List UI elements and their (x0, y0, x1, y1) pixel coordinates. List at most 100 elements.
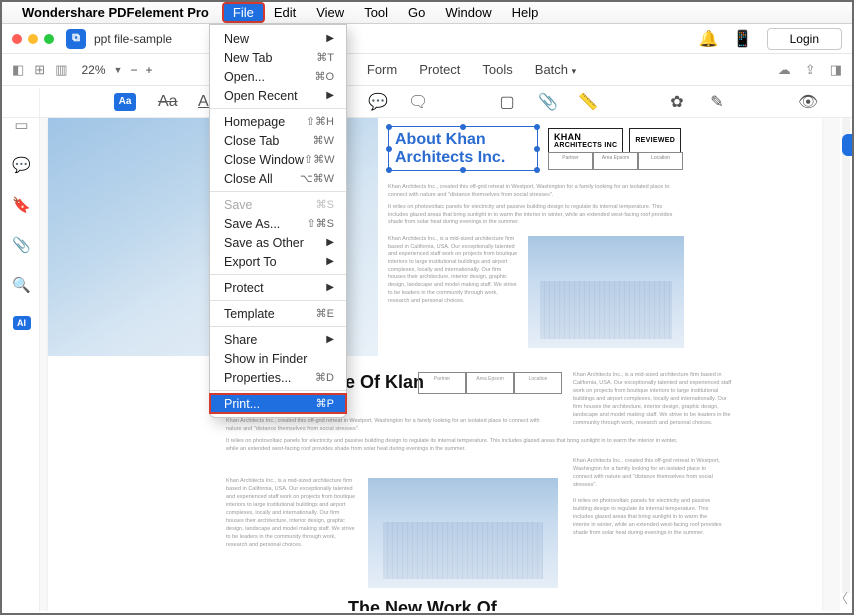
tab-protect[interactable]: Protect (419, 62, 460, 77)
doc-heading-3: The New Work Of (348, 598, 497, 611)
menu-close-window[interactable]: Close Window⇧⌘W (210, 150, 346, 169)
strikethrough-tool[interactable]: Aa (158, 93, 176, 111)
selection-handle[interactable] (386, 146, 392, 152)
doc-title-line2: Architects Inc. (395, 149, 531, 167)
chevron-down-icon[interactable]: ▼ (114, 65, 123, 75)
shape-tool-icon[interactable]: ▢ (498, 92, 516, 112)
doc-paragraph: Khan Architects Inc., is a mid-sized arc… (388, 236, 518, 305)
zoom-in-icon[interactable]: + (145, 63, 152, 77)
doc-paragraph: It relies on photovoltaic panels for ele… (226, 438, 686, 453)
zoom-value: 22% (82, 63, 106, 77)
menu-window[interactable]: Window (435, 3, 501, 22)
doc-paragraph: Khan Architects Inc., is a mid-sized arc… (573, 372, 733, 428)
thumbnails-icon[interactable]: ⊞ (34, 62, 45, 78)
hide-annotations-icon[interactable]: 👁 (798, 92, 816, 112)
menu-print[interactable]: Print...⌘P (210, 394, 346, 413)
reviewed-badge: REVIEWED (629, 128, 681, 153)
side-handle[interactable] (842, 134, 852, 156)
selection-handle[interactable] (386, 124, 392, 130)
menu-show-finder[interactable]: Show in Finder (210, 349, 346, 368)
sidebar-toggle-icon[interactable]: ◧ (12, 62, 24, 78)
measure-tool-icon[interactable]: 📏 (578, 92, 596, 112)
bell-icon[interactable]: 🔔 (699, 29, 719, 49)
selection-handle[interactable] (534, 167, 540, 173)
cloud-icon[interactable]: ☁ (778, 62, 791, 78)
menu-tool[interactable]: Tool (354, 3, 398, 22)
stamp-tool-icon[interactable]: ✿ (668, 92, 686, 112)
selection-handle[interactable] (460, 124, 466, 130)
doc-image (528, 236, 684, 348)
close-window-icon[interactable] (12, 34, 22, 44)
menu-new-tab[interactable]: New Tab⌘T (210, 48, 346, 67)
menu-export-to[interactable]: Export To▶ (210, 252, 346, 271)
menu-view[interactable]: View (306, 3, 354, 22)
brand-badge: KHANARCHITECTS INC (548, 128, 623, 153)
menu-save-other[interactable]: Save as Other▶ (210, 233, 346, 252)
menu-go[interactable]: Go (398, 3, 435, 22)
highlight-tool[interactable]: Aa (114, 93, 136, 111)
panel-icon[interactable]: ◨ (830, 62, 842, 78)
menu-new[interactable]: New▶ (210, 29, 346, 48)
selection-handle[interactable] (534, 146, 540, 152)
tab-batch[interactable]: Batch ▾ (535, 62, 576, 77)
attachments-icon[interactable]: 📎 (12, 236, 31, 254)
mobile-icon[interactable]: 📱 (733, 29, 753, 49)
menu-protect[interactable]: Protect▶ (210, 278, 346, 297)
signature-tool-icon[interactable]: ✎ (708, 92, 726, 112)
toolbar-row: ◧ ⊞ ▥ 22% ▼ − + Edit Form Protect Tools … (2, 54, 852, 86)
selection-handle[interactable] (534, 124, 540, 130)
note-tool-icon[interactable]: 🗨 (408, 92, 426, 112)
menu-template[interactable]: Template⌘E (210, 304, 346, 323)
scroll-indicator[interactable]: 〈 (835, 588, 848, 607)
zoom-out-icon[interactable]: − (130, 63, 137, 77)
menu-open-recent[interactable]: Open Recent▶ (210, 86, 346, 105)
document-tab-title[interactable]: ppt file-sample (94, 32, 172, 46)
app-name: Wondershare PDFelement Pro (22, 5, 209, 20)
menu-close-all[interactable]: Close All⌥⌘W (210, 169, 346, 188)
document-canvas[interactable]: About Khan Architects Inc. KHANARCHITECT… (40, 118, 840, 611)
app-title-bar: ⧉ ppt file-sample 🔔 📱 Login (2, 24, 852, 54)
table-cell: Area Epsom (593, 152, 638, 170)
app-icon: ⧉ (66, 29, 86, 49)
window-controls[interactable] (12, 34, 54, 44)
menu-homepage[interactable]: Homepage⇧⌘H (210, 112, 346, 131)
doc-title-line1: About Khan (395, 131, 531, 149)
annotation-toolbar: Aa Aa Aa T 🅃 💬 🗨 ▢ 📎 📏 ✿ ✎ 👁 (2, 86, 852, 118)
menu-file[interactable]: File (223, 3, 264, 22)
menu-share[interactable]: Share▶ (210, 330, 346, 349)
doc-paragraph: Khan Architects Inc., created this off-g… (226, 418, 556, 433)
menu-save-as[interactable]: Save As...⇧⌘S (210, 214, 346, 233)
mac-menu-bar: Wondershare PDFelement Pro File Edit Vie… (2, 2, 852, 24)
menu-close-tab[interactable]: Close Tab⌘W (210, 131, 346, 150)
doc-paragraph: Khan Architects Inc., created this off-g… (388, 184, 678, 199)
menu-open[interactable]: Open...⌘O (210, 67, 346, 86)
share-icon[interactable]: ⇪ (805, 62, 816, 78)
menu-help[interactable]: Help (502, 3, 549, 22)
tab-tools[interactable]: Tools (482, 62, 512, 77)
zoom-control[interactable]: 22% ▼ − + (82, 63, 153, 77)
table-cell: Location (514, 372, 562, 394)
ai-button[interactable]: AI (13, 316, 31, 330)
selection-handle[interactable] (386, 167, 392, 173)
selection-handle[interactable] (460, 167, 466, 173)
doc-paragraph: It relies on photovoltaic panels for ele… (388, 204, 678, 227)
attachment-tool-icon[interactable]: 📎 (538, 92, 556, 112)
pdf-page[interactable]: About Khan Architects Inc. KHANARCHITECT… (48, 118, 822, 611)
bookmarks-icon[interactable]: 🔖 (12, 196, 31, 214)
scrollbar-track[interactable] (842, 118, 850, 593)
doc-info-table-2: Partner Area Epsom Location (418, 372, 562, 394)
selected-text-frame[interactable]: About Khan Architects Inc. (388, 126, 538, 171)
menu-properties[interactable]: Properties...⌘D (210, 368, 346, 387)
single-page-icon[interactable]: ▥ (55, 62, 67, 78)
zoom-window-icon[interactable] (44, 34, 54, 44)
tab-form[interactable]: Form (367, 62, 397, 77)
page-thumbnail-icon[interactable]: ▭ (14, 116, 28, 134)
callout-tool-icon[interactable]: 💬 (368, 92, 386, 112)
table-cell: Location (638, 152, 683, 170)
table-cell: Area Epsom (466, 372, 514, 394)
login-button[interactable]: Login (767, 28, 842, 50)
comments-icon[interactable]: 💬 (12, 156, 31, 174)
minimize-window-icon[interactable] (28, 34, 38, 44)
menu-edit[interactable]: Edit (264, 3, 306, 22)
search-icon[interactable]: 🔍 (12, 276, 31, 294)
